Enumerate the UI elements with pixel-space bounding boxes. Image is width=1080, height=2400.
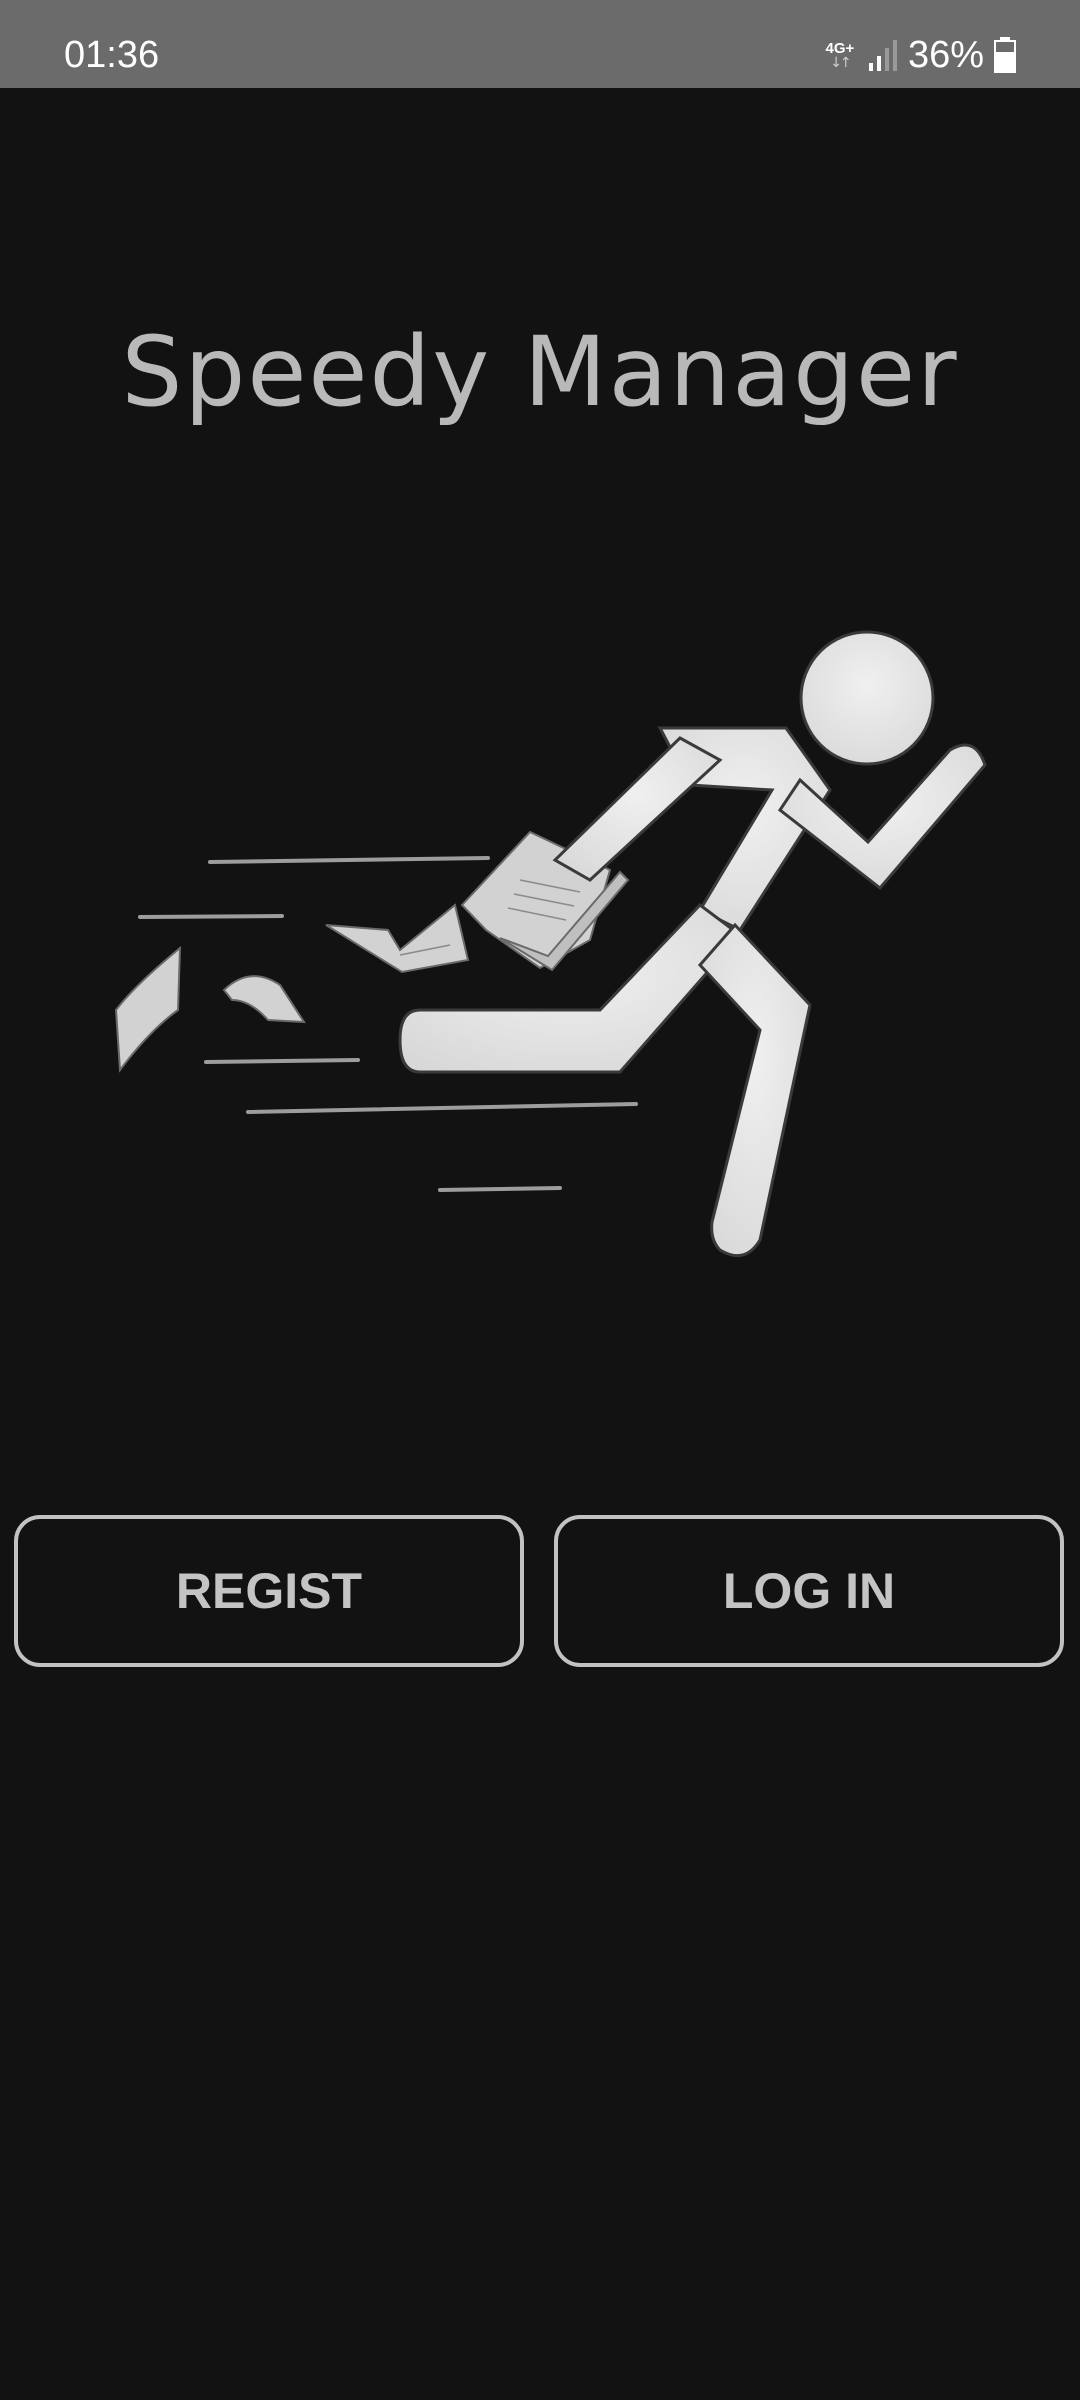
status-time: 01:36 — [64, 34, 160, 76]
status-bar: 01:36 4G+ ↓↑ 36% — [0, 0, 1080, 88]
login-button[interactable]: LOG IN — [554, 1515, 1064, 1667]
runner-figure — [398, 630, 987, 1258]
network-activity-arrows: ↓↑ — [830, 54, 852, 71]
battery-icon — [994, 37, 1016, 73]
signal-icon — [868, 40, 897, 71]
register-button[interactable]: REGIST — [14, 1515, 524, 1667]
network-type-icon: 4G+ ↓↑ — [822, 41, 858, 70]
battery-percent: 36% — [907, 34, 984, 76]
network-type-label: 4G+ — [825, 39, 855, 57]
app-title: Speedy Manager — [121, 316, 959, 428]
running-man-with-papers-icon — [114, 630, 987, 1258]
status-icons: 4G+ ↓↑ 36% — [822, 30, 1016, 80]
